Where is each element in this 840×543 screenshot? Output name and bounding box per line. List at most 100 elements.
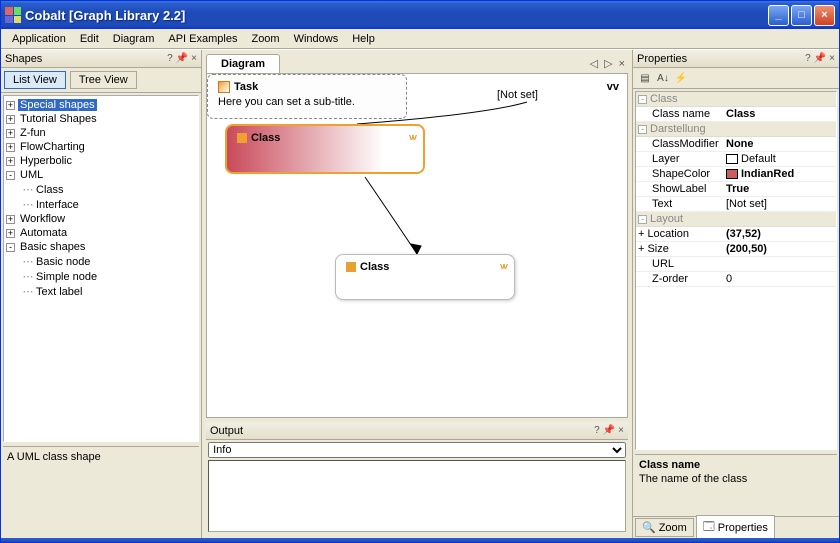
- menu-application[interactable]: Application: [5, 31, 73, 47]
- prop-shapecolor[interactable]: ShapeColor: [636, 167, 724, 181]
- close-icon[interactable]: ×: [618, 425, 624, 436]
- properties-panel: Properties ? 📌 × ▤ A↓ ⚡ -Class Class nam…: [633, 50, 839, 538]
- prop-classname[interactable]: Class name: [636, 107, 724, 121]
- expand-icon[interactable]: +: [6, 215, 15, 224]
- class-node-selected[interactable]: Class vv: [225, 124, 425, 174]
- diagram-tab[interactable]: Diagram: [206, 54, 280, 73]
- tree-item[interactable]: ⋯Interface: [6, 197, 196, 212]
- menu-diagram[interactable]: Diagram: [106, 31, 162, 47]
- chevron-down-icon[interactable]: vv: [500, 261, 506, 271]
- pin-icon[interactable]: 📌: [176, 53, 188, 64]
- help-icon[interactable]: ?: [594, 425, 600, 436]
- tab-next-icon[interactable]: ▷: [601, 57, 615, 70]
- tree-item[interactable]: ⋯Simple node: [6, 269, 196, 284]
- chevron-down-icon[interactable]: vv: [409, 132, 415, 142]
- diagram-canvas[interactable]: [Not set] Class vv Class vv Taskvv Here …: [206, 73, 628, 418]
- prop-category-class[interactable]: -Class: [636, 92, 836, 107]
- titlebar[interactable]: Cobalt [Graph Library 2.2] _ □ ×: [1, 1, 839, 29]
- prop-zorder[interactable]: Z-order: [636, 272, 724, 286]
- tab-prev-icon[interactable]: ◁: [587, 57, 601, 70]
- tree-label[interactable]: FlowCharting: [18, 141, 87, 153]
- expand-icon[interactable]: +: [6, 101, 15, 110]
- menu-help[interactable]: Help: [345, 31, 382, 47]
- alphabetical-icon[interactable]: A↓: [655, 70, 671, 86]
- prop-category-layout[interactable]: -Layout: [636, 212, 836, 227]
- tree-label[interactable]: Class: [34, 184, 66, 196]
- tree-label[interactable]: Z-fun: [18, 127, 48, 139]
- tree-label[interactable]: Basic node: [34, 256, 92, 268]
- output-filter-select[interactable]: Info: [208, 442, 626, 458]
- prop-classmodifier[interactable]: ClassModifier: [636, 137, 724, 151]
- maximize-button[interactable]: □: [791, 5, 812, 26]
- expand-icon[interactable]: +: [6, 229, 15, 238]
- class-node[interactable]: Class vv: [335, 254, 515, 300]
- tree-view-button[interactable]: Tree View: [70, 71, 137, 89]
- menu-edit[interactable]: Edit: [73, 31, 106, 47]
- tab-properties[interactable]: 🗔Properties: [696, 515, 775, 540]
- tree-item[interactable]: +Workflow: [6, 212, 196, 226]
- chevron-down-icon[interactable]: vv: [607, 81, 619, 93]
- tree-label[interactable]: Simple node: [34, 271, 99, 283]
- tab-zoom[interactable]: 🔍Zoom: [635, 518, 694, 537]
- property-description: Class name The name of the class: [635, 454, 837, 514]
- shapes-tree[interactable]: +Special shapes+Tutorial Shapes+Z-fun+Fl…: [3, 95, 199, 442]
- expand-icon[interactable]: +: [6, 143, 15, 152]
- tree-label[interactable]: Automata: [18, 227, 69, 239]
- output-header[interactable]: Output ? 📌 ×: [206, 422, 628, 440]
- prop-text[interactable]: Text: [636, 197, 724, 211]
- tree-label[interactable]: Hyperbolic: [18, 155, 74, 167]
- output-body[interactable]: [208, 460, 626, 532]
- tab-close-icon[interactable]: ×: [616, 58, 628, 70]
- pin-icon[interactable]: 📌: [603, 425, 615, 436]
- tree-label[interactable]: Interface: [34, 199, 81, 211]
- shapes-header[interactable]: Shapes ? 📌 ×: [1, 50, 201, 68]
- menu-api-examples[interactable]: API Examples: [161, 31, 244, 47]
- prop-size[interactable]: +Size: [636, 242, 724, 256]
- tree-label[interactable]: UML: [18, 169, 45, 181]
- tree-item[interactable]: ⋯Text label: [6, 284, 196, 299]
- tree-item[interactable]: -Basic shapes: [6, 240, 196, 254]
- list-view-button[interactable]: List View: [4, 71, 66, 89]
- tree-item[interactable]: +Automata: [6, 226, 196, 240]
- statusbar: [1, 538, 839, 542]
- expand-icon[interactable]: +: [6, 115, 15, 124]
- tree-item[interactable]: +Z-fun: [6, 126, 196, 140]
- categorized-icon[interactable]: ▤: [637, 70, 653, 86]
- events-icon[interactable]: ⚡: [673, 70, 689, 86]
- tree-label[interactable]: Basic shapes: [18, 241, 87, 253]
- prop-layer[interactable]: Layer: [636, 152, 724, 166]
- prop-category-darstellung[interactable]: -Darstellung: [636, 122, 836, 137]
- shapes-panel: Shapes ? 📌 × List View Tree View +Specia…: [1, 50, 202, 538]
- tree-item[interactable]: ⋯Basic node: [6, 254, 196, 269]
- close-button[interactable]: ×: [814, 5, 835, 26]
- tree-label[interactable]: Special shapes: [18, 99, 97, 111]
- output-panel: Output ? 📌 × Info: [206, 422, 628, 534]
- tree-item[interactable]: +Special shapes: [6, 98, 196, 112]
- close-icon[interactable]: ×: [829, 53, 835, 64]
- tree-item[interactable]: +FlowCharting: [6, 140, 196, 154]
- collapse-icon[interactable]: -: [6, 171, 15, 180]
- tree-item[interactable]: ⋯Class: [6, 182, 196, 197]
- properties-grid[interactable]: -Class Class nameClass -Darstellung Clas…: [635, 91, 837, 450]
- collapse-icon[interactable]: -: [6, 243, 15, 252]
- expand-icon[interactable]: +: [6, 129, 15, 138]
- properties-header[interactable]: Properties ? 📌 ×: [633, 50, 839, 68]
- menu-zoom[interactable]: Zoom: [244, 31, 286, 47]
- tree-label[interactable]: Text label: [34, 286, 84, 298]
- output-title: Output: [210, 425, 243, 437]
- prop-showlabel[interactable]: ShowLabel: [636, 182, 724, 196]
- tree-item[interactable]: -UML: [6, 168, 196, 182]
- expand-icon[interactable]: +: [6, 157, 15, 166]
- tree-label[interactable]: Tutorial Shapes: [18, 113, 99, 125]
- tree-label[interactable]: Workflow: [18, 213, 67, 225]
- help-icon[interactable]: ?: [167, 53, 173, 64]
- pin-icon[interactable]: 📌: [814, 53, 826, 64]
- prop-url[interactable]: URL: [636, 257, 724, 271]
- prop-location[interactable]: +Location: [636, 227, 724, 241]
- close-icon[interactable]: ×: [191, 53, 197, 64]
- tree-item[interactable]: +Tutorial Shapes: [6, 112, 196, 126]
- help-icon[interactable]: ?: [805, 53, 811, 64]
- tree-item[interactable]: +Hyperbolic: [6, 154, 196, 168]
- menu-windows[interactable]: Windows: [287, 31, 346, 47]
- minimize-button[interactable]: _: [768, 5, 789, 26]
